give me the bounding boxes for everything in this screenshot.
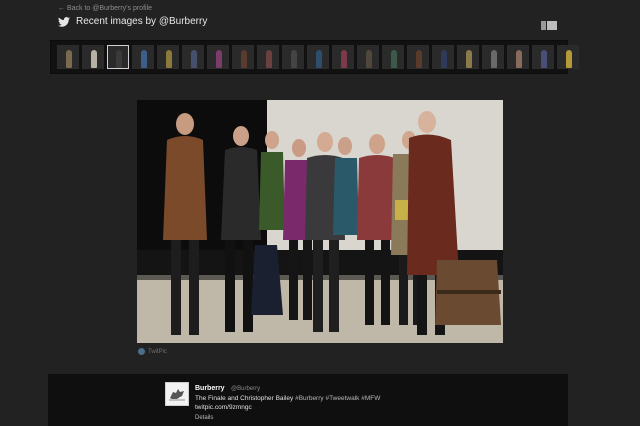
thumbnail[interactable] <box>357 45 379 69</box>
thumbnail-figure <box>516 50 522 68</box>
thumbnail[interactable] <box>107 45 129 69</box>
page-title: Recent images by @Burberry <box>76 16 208 27</box>
thumbnail-figure <box>491 50 497 68</box>
twitpic-icon <box>138 348 145 355</box>
single-view-icon[interactable] <box>547 21 557 30</box>
thumbnail[interactable] <box>207 45 229 69</box>
thumbnail-figure <box>241 50 247 68</box>
thumbnail-figure <box>216 50 222 68</box>
burberry-knight-logo-icon <box>169 389 185 401</box>
thumbnail-strip <box>50 40 579 74</box>
thumbnail[interactable] <box>232 45 254 69</box>
tweet-author-name[interactable]: Burberry <box>195 385 225 392</box>
source-label: TwitPic <box>148 348 168 355</box>
page-header: Recent images by @Burberry <box>58 16 207 27</box>
hashtag-link[interactable]: #Burberry <box>295 395 324 402</box>
tweet-card: Burberry @Burberry The Finale and Christ… <box>48 374 568 426</box>
tweet-body: Burberry @Burberry The Finale and Christ… <box>195 381 380 423</box>
source-link[interactable]: TwitPic <box>138 348 167 355</box>
thumbnail-figure <box>141 50 147 68</box>
hashtag-link[interactable]: #Tweetwalk <box>325 395 359 402</box>
thumbnail-figure <box>441 50 447 68</box>
thumbnail-figure <box>541 50 547 68</box>
thumbnail[interactable] <box>332 45 354 69</box>
thumbnail[interactable] <box>257 45 279 69</box>
thumbnail-figure <box>316 50 322 68</box>
hashtag-link[interactable]: #MFW <box>361 395 380 402</box>
thumbnail-figure <box>116 50 122 68</box>
thumbnail-figure <box>391 50 397 68</box>
thumbnail-figure <box>416 50 422 68</box>
thumbnail[interactable] <box>432 45 454 69</box>
thumbnail[interactable] <box>557 45 579 69</box>
thumbnail[interactable] <box>157 45 179 69</box>
thumbnail[interactable] <box>482 45 504 69</box>
main-photo[interactable] <box>137 100 503 343</box>
thumbnail-figure <box>366 50 372 68</box>
avatar[interactable] <box>165 382 189 406</box>
thumbnail[interactable] <box>82 45 104 69</box>
tweet-details-link[interactable]: Details <box>195 414 380 423</box>
thumbnail-figure <box>266 50 272 68</box>
thumbnail[interactable] <box>307 45 329 69</box>
thumbnail-figure <box>91 50 97 68</box>
thumbnail[interactable] <box>382 45 404 69</box>
thumbnail[interactable] <box>457 45 479 69</box>
thumbnail-figure <box>166 50 172 68</box>
thumbnail[interactable] <box>182 45 204 69</box>
runway-finale-photo <box>137 100 503 343</box>
tweet-text-lead: The Finale and Christopher Bailey <box>195 395 294 402</box>
thumbnail-figure <box>291 50 297 68</box>
thumbnail[interactable] <box>132 45 154 69</box>
gallery-view-toggle[interactable] <box>541 21 557 30</box>
thumbnail[interactable] <box>57 45 79 69</box>
thumbnail[interactable] <box>507 45 529 69</box>
thumbnail[interactable] <box>532 45 554 69</box>
thumbnail-figure <box>566 50 572 68</box>
thumbnail-figure <box>191 50 197 68</box>
thumbnail-figure <box>341 50 347 68</box>
thumbnail[interactable] <box>282 45 304 69</box>
twitter-bird-icon <box>58 16 70 27</box>
tweet-text: The Finale and Christopher Bailey #Burbe… <box>195 394 380 403</box>
tweet-author-handle[interactable]: @Burberry <box>231 386 260 392</box>
thumbnail[interactable] <box>407 45 429 69</box>
thumbnail-figure <box>466 50 472 68</box>
grid-view-icon[interactable] <box>541 21 546 30</box>
back-to-profile-link[interactable]: ← Back to @Burberry's profile <box>58 5 152 12</box>
tweet-url-link[interactable]: twitpic.com/9zmngc <box>195 403 380 412</box>
thumbnail-figure <box>66 50 72 68</box>
